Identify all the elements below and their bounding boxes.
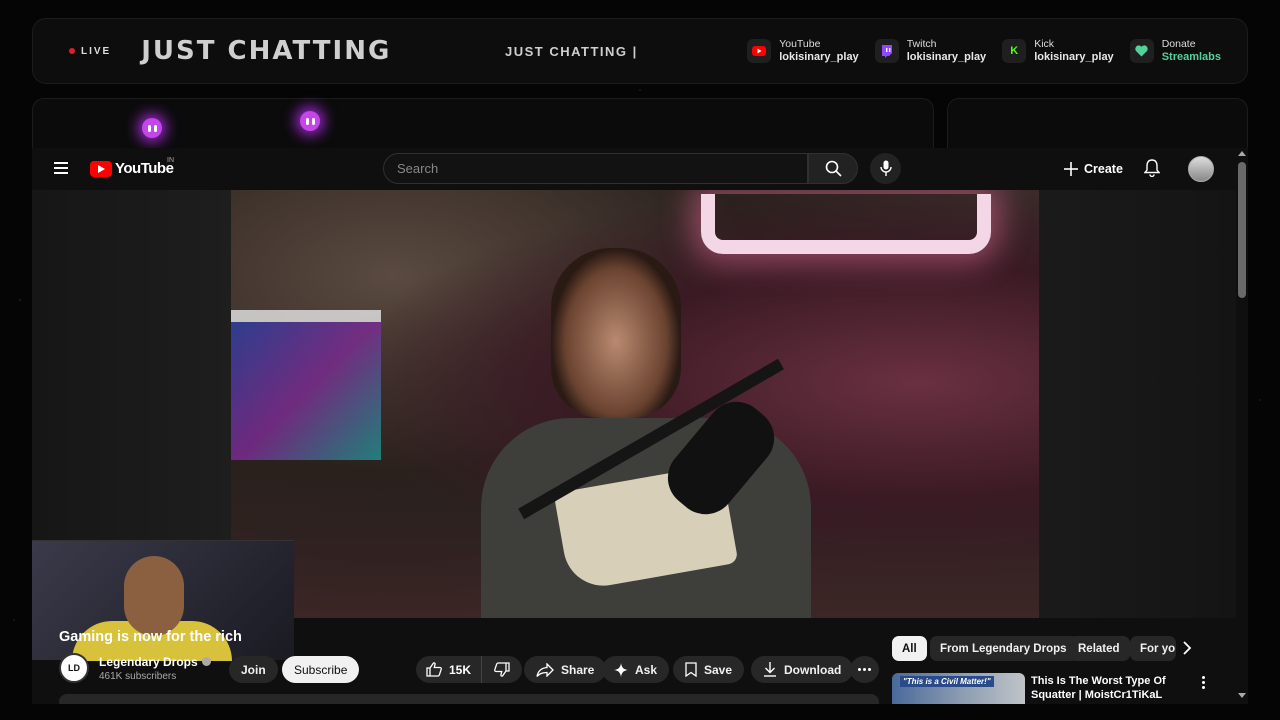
hamburger-menu-icon[interactable]: [54, 162, 68, 174]
account-avatar[interactable]: [1188, 156, 1214, 182]
share-icon: [536, 662, 554, 677]
pc-case-background: [231, 310, 381, 460]
social-handle: Streamlabs: [1161, 51, 1221, 63]
live-indicator: LIVE: [69, 46, 111, 57]
chip-related[interactable]: Related: [1068, 636, 1130, 661]
overlay-ticker: JUST CHATTING |: [505, 43, 638, 59]
social-donate: Donate Streamlabs: [1129, 38, 1221, 64]
like-dislike-group: 15K: [416, 656, 523, 683]
join-button[interactable]: Join: [229, 656, 278, 683]
social-handle: lokisinary_play: [1034, 51, 1114, 63]
social-handle: lokisinary_play: [906, 51, 987, 63]
thumbs-down-icon: [494, 662, 510, 677]
youtube-play-icon: [90, 160, 112, 177]
twitch-icon: [874, 39, 899, 63]
social-links: YouTube lokisinary_play Twitch lokisinar…: [747, 38, 1221, 64]
chip-next-button[interactable]: [1182, 641, 1192, 660]
bell-icon: [1143, 159, 1161, 178]
dislike-button[interactable]: [482, 656, 522, 683]
social-platform-name: YouTube: [779, 38, 821, 50]
social-handle: lokisinary_play: [779, 51, 859, 63]
chevron-right-icon: [1183, 641, 1192, 655]
ask-button[interactable]: Ask: [602, 656, 670, 683]
sparkle-icon: [614, 662, 628, 677]
chip-all[interactable]: All: [892, 636, 927, 661]
voice-search-button[interactable]: [870, 153, 901, 184]
channel-avatar[interactable]: LD: [59, 653, 89, 683]
social-youtube: YouTube lokisinary_play: [747, 38, 859, 64]
youtube-window: YouTube IN Search Create Gaming is now f…: [32, 148, 1248, 704]
channel-name[interactable]: Legendary Drops: [99, 655, 211, 669]
more-actions-button[interactable]: [850, 656, 879, 683]
video-player[interactable]: [32, 190, 1236, 661]
chip-from-channel[interactable]: From Legendary Drops: [930, 636, 1077, 661]
bookmark-icon: [685, 662, 697, 677]
social-twitch: Twitch lokisinary_play: [874, 38, 987, 64]
create-label: Create: [1084, 162, 1123, 176]
page-scrollbar[interactable]: [1236, 148, 1248, 704]
ghost-icon: [300, 111, 320, 131]
youtube-logo-text: YouTube: [115, 160, 174, 177]
like-button[interactable]: 15K: [416, 656, 483, 683]
subscriber-count: 461K subscribers: [99, 670, 177, 682]
social-platform-name: Donate: [1161, 38, 1196, 50]
region-code: IN: [167, 157, 174, 164]
video-title: Gaming is now for the rich: [59, 629, 242, 645]
recommendation-title[interactable]: This Is The Worst Type Of Squatter | Moi…: [1031, 674, 1181, 702]
chip-for-you[interactable]: For yo: [1130, 636, 1176, 661]
download-icon: [764, 662, 776, 677]
youtube-logo[interactable]: YouTube: [90, 160, 174, 177]
create-button[interactable]: Create: [1064, 156, 1123, 182]
subscribe-button[interactable]: Subscribe: [282, 656, 360, 683]
search-button[interactable]: [808, 153, 858, 184]
ask-label: Ask: [635, 662, 658, 677]
search-input[interactable]: Search: [383, 153, 808, 184]
recommendation-menu-icon[interactable]: [1202, 676, 1205, 689]
save-label: Save: [704, 662, 733, 677]
scroll-down-icon[interactable]: [1238, 693, 1246, 698]
verified-icon: [201, 657, 211, 666]
ghost-icon: [142, 118, 162, 138]
heart-icon: [1129, 39, 1154, 63]
live-label: LIVE: [81, 45, 112, 57]
notifications-button[interactable]: [1143, 159, 1161, 182]
streamer-figure: [481, 244, 811, 618]
live-dot-icon: [69, 48, 75, 54]
save-button[interactable]: Save: [673, 656, 745, 683]
search-icon: [825, 160, 842, 177]
social-platform-name: Twitch: [906, 38, 937, 50]
thumbs-up-icon: [426, 662, 442, 677]
plus-icon: [1064, 162, 1078, 176]
microphone-icon: [879, 160, 892, 176]
scroll-up-icon[interactable]: [1238, 151, 1246, 156]
kick-icon: K: [1002, 39, 1027, 63]
stream-overlay-bar: LIVE JUST CHATTING JUST CHATTING | YouTu…: [32, 18, 1248, 84]
share-button[interactable]: Share: [524, 656, 607, 683]
share-label: Share: [561, 662, 595, 677]
channel-name-text: Legendary Drops: [99, 654, 198, 669]
video-frame: [231, 190, 1039, 618]
thumbnail-caption: "This is a Civil Matter!": [900, 676, 994, 687]
social-platform-name: Kick: [1034, 38, 1055, 50]
youtube-icon: [747, 39, 772, 63]
overlay-title: JUST CHATTING: [141, 36, 392, 66]
channel-info: LD Legendary Drops 461K subscribers: [59, 653, 211, 683]
like-count: 15K: [449, 662, 472, 677]
neon-light-decoration: [701, 194, 991, 254]
download-label: Download: [784, 662, 842, 677]
youtube-header: YouTube IN Search Create: [32, 148, 1236, 190]
description-box[interactable]: [59, 694, 879, 704]
scrollbar-thumb[interactable]: [1238, 162, 1246, 298]
recommendation-thumbnail[interactable]: "This is a Civil Matter!": [892, 673, 1025, 704]
social-kick: K Kick lokisinary_play: [1002, 38, 1114, 64]
download-button[interactable]: Download: [751, 656, 854, 683]
